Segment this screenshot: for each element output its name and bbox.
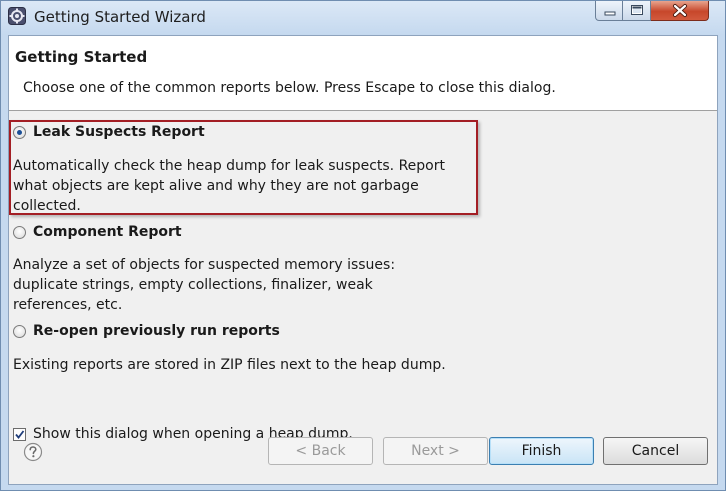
description-line: Existing reports are stored in ZIP files… [13, 357, 446, 373]
wizard-window: Getting Started Wizard Getting Started C… [0, 0, 726, 491]
radio-component-report[interactable] [13, 226, 26, 239]
option-leak-suspects[interactable]: Leak Suspects Report [13, 124, 313, 144]
radio-leak-suspects[interactable] [13, 126, 26, 139]
radio-reopen-reports[interactable] [13, 325, 26, 338]
window-title: Getting Started Wizard [34, 8, 206, 26]
close-icon [673, 4, 687, 17]
minimize-icon [604, 11, 616, 16]
description-line: collected. [13, 198, 81, 214]
option-description: Automatically check the heap dump for le… [13, 156, 445, 216]
back-button[interactable]: < Back [268, 437, 373, 465]
description-line: references, etc. [13, 297, 123, 313]
wizard-gear-icon [8, 7, 26, 25]
maximize-icon [631, 5, 643, 15]
close-button[interactable] [651, 1, 709, 21]
description-line: duplicate strings, empty collections, fi… [13, 277, 373, 293]
description-line: Automatically check the heap dump for le… [13, 158, 445, 174]
option-description: Analyze a set of objects for suspected m… [13, 255, 395, 315]
help-question-icon[interactable] [23, 442, 43, 462]
wizard-header: Getting Started Choose one of the common… [9, 36, 717, 111]
option-label[interactable]: Component Report [33, 224, 182, 240]
button-bar: < Back Next > Finish Cancel [9, 416, 717, 484]
option-description: Existing reports are stored in ZIP files… [13, 355, 446, 375]
report-options: Leak Suspects Report Automatically check… [9, 111, 717, 442]
title-bar[interactable]: Getting Started Wizard [1, 1, 725, 35]
option-reopen-reports[interactable]: Re-open previously run reports [13, 323, 313, 343]
finish-button[interactable]: Finish [489, 437, 594, 465]
option-label[interactable]: Re-open previously run reports [33, 323, 280, 339]
description-line: Analyze a set of objects for suspected m… [13, 257, 396, 273]
page-title: Getting Started [15, 48, 148, 66]
dialog-client-area: Getting Started Choose one of the common… [8, 35, 718, 485]
page-subtitle: Choose one of the common reports below. … [23, 80, 556, 96]
minimize-button[interactable] [595, 1, 623, 21]
next-button[interactable]: Next > [383, 437, 488, 465]
description-line: what objects are kept alive and why they… [13, 178, 419, 194]
option-component-report[interactable]: Component Report [13, 224, 313, 244]
cancel-button[interactable]: Cancel [603, 437, 708, 465]
maximize-button[interactable] [623, 1, 651, 21]
option-label[interactable]: Leak Suspects Report [33, 124, 205, 140]
